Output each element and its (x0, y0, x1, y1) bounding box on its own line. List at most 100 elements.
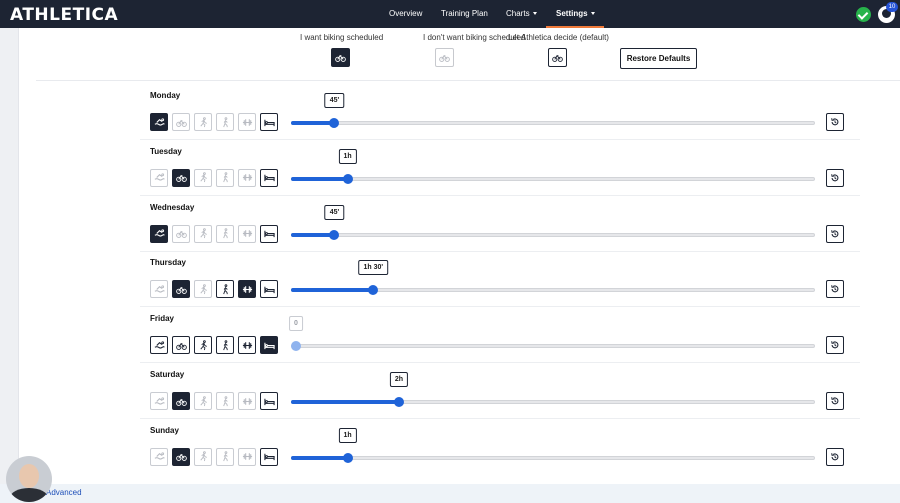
legend-want-label: I want biking scheduled (300, 33, 384, 42)
duration-value: 1h (338, 427, 357, 443)
bike-toggle[interactable] (172, 224, 190, 243)
walk-toggle[interactable] (216, 224, 234, 243)
duration-value: 1h (338, 148, 357, 164)
walk-toggle[interactable] (216, 392, 234, 410)
day-label: Friday (150, 314, 175, 324)
athletica-logo[interactable]: ATHLETICA (10, 5, 118, 25)
run-toggle[interactable] (194, 224, 212, 243)
bike-toggle[interactable] (172, 168, 190, 187)
nav-charts[interactable]: Charts (506, 9, 537, 18)
duration-slider-thumb[interactable] (368, 285, 379, 296)
walk-icon (222, 284, 228, 295)
walk-toggle[interactable] (216, 447, 234, 466)
notification-badge: 10 (886, 2, 898, 12)
rest-icon (263, 230, 275, 238)
reset-day-button[interactable] (826, 280, 844, 299)
rest-toggle[interactable] (260, 447, 278, 466)
rest-icon (263, 454, 275, 461)
walk-icon (222, 228, 228, 239)
duration-slider-thumb[interactable] (342, 173, 353, 184)
avatar[interactable] (6, 456, 52, 502)
restore-defaults-button[interactable]: Restore Defaults (620, 48, 697, 69)
strength-toggle[interactable] (238, 336, 256, 355)
run-icon (199, 339, 207, 350)
strength-toggle[interactable] (238, 168, 256, 187)
swim-icon (154, 396, 165, 405)
status-check-icon[interactable] (856, 7, 871, 22)
duration-slider-track[interactable] (291, 176, 815, 181)
reset-day-button[interactable] (826, 447, 844, 466)
walk-toggle[interactable] (216, 168, 234, 187)
run-icon (199, 116, 207, 127)
rest-toggle[interactable] (260, 392, 278, 410)
swim-toggle[interactable] (150, 224, 168, 243)
duration-slider-thumb[interactable] (291, 341, 301, 352)
walk-toggle[interactable] (216, 113, 234, 131)
strength-toggle[interactable] (238, 447, 256, 466)
advanced-link[interactable]: Advanced (46, 488, 82, 497)
bike-icon (175, 454, 187, 462)
rest-toggle[interactable] (260, 336, 278, 355)
duration-slider-track[interactable] (291, 455, 815, 460)
reset-day-button[interactable] (826, 392, 844, 410)
swim-toggle[interactable] (150, 168, 168, 187)
rest-toggle[interactable] (260, 113, 278, 131)
row-divider (140, 139, 860, 140)
duration-slider-track[interactable] (291, 344, 815, 349)
bike-toggle[interactable] (172, 336, 190, 355)
bike-toggle[interactable] (172, 447, 190, 466)
divider (36, 80, 900, 81)
run-toggle[interactable] (194, 280, 212, 299)
day-label: Thursday (150, 258, 187, 268)
day-label: Monday (150, 91, 181, 100)
swim-icon (154, 285, 165, 293)
swim-toggle[interactable] (150, 336, 168, 355)
duration-slider-fill (291, 400, 399, 404)
duration-slider-track[interactable] (291, 232, 815, 237)
chevron-down-icon (532, 12, 537, 16)
rest-toggle[interactable] (260, 224, 278, 243)
day-row-tuesday: Tuesday 1h (0, 147, 900, 203)
duration-slider-track[interactable] (291, 121, 815, 125)
strength-toggle[interactable] (238, 392, 256, 410)
run-toggle[interactable] (194, 336, 212, 355)
rest-toggle[interactable] (260, 168, 278, 187)
bike-icon (175, 286, 187, 294)
duration-slider-thumb[interactable] (329, 229, 340, 240)
reset-day-button[interactable] (826, 168, 844, 187)
walk-toggle[interactable] (216, 280, 234, 299)
duration-slider-fill (291, 232, 335, 237)
legend-let-decide-bike-icon (548, 48, 567, 67)
nav-settings[interactable]: Settings (556, 9, 595, 18)
nav-overview[interactable]: Overview (389, 9, 422, 18)
bike-toggle[interactable] (172, 113, 190, 131)
run-toggle[interactable] (194, 113, 212, 131)
strength-toggle[interactable] (238, 224, 256, 243)
strength-toggle[interactable] (238, 113, 256, 131)
rest-toggle[interactable] (260, 280, 278, 299)
walk-toggle[interactable] (216, 336, 234, 355)
bike-icon (175, 175, 187, 183)
duration-slider-thumb[interactable] (329, 118, 340, 128)
duration-slider-fill (291, 455, 348, 460)
nav-training-plan[interactable]: Training Plan (441, 9, 488, 18)
strength-toggle[interactable] (238, 280, 256, 299)
reset-day-button[interactable] (826, 336, 844, 355)
bike-toggle[interactable] (172, 392, 190, 410)
reset-day-button[interactable] (826, 113, 844, 131)
row-divider (140, 418, 860, 419)
swim-toggle[interactable] (150, 447, 168, 466)
reset-day-button[interactable] (826, 224, 844, 243)
run-toggle[interactable] (194, 392, 212, 410)
run-toggle[interactable] (194, 447, 212, 466)
bike-toggle[interactable] (172, 280, 190, 299)
swim-icon (154, 452, 165, 460)
swim-toggle[interactable] (150, 392, 168, 410)
duration-slider-thumb[interactable] (342, 452, 353, 463)
run-toggle[interactable] (194, 168, 212, 187)
legend-let-decide-label: Let Athletica decide (default) (508, 33, 609, 42)
duration-value: 2h (389, 372, 409, 387)
duration-slider-thumb[interactable] (393, 397, 404, 407)
swim-toggle[interactable] (150, 113, 168, 131)
swim-toggle[interactable] (150, 280, 168, 299)
